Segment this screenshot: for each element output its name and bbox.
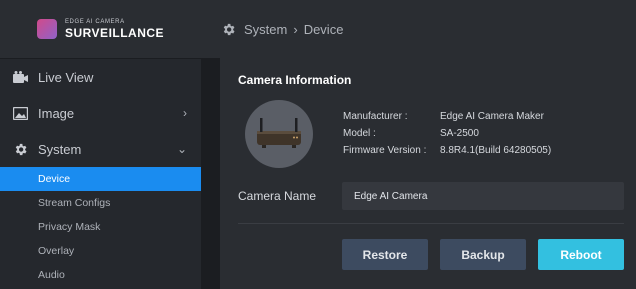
brand-logo: EDGE AI CAMERA SURVEILLANCE [0, 0, 201, 59]
camera-device-image [245, 100, 313, 168]
gear-icon [221, 22, 236, 37]
sidebar-item-system[interactable]: System ⌄ [0, 131, 201, 167]
video-icon [12, 69, 28, 85]
logo-icon [36, 19, 57, 39]
sidebar-subitem-device[interactable]: Device [0, 167, 201, 191]
info-row-firmware: Firmware Version : 8.8R4.1(Build 6428050… [343, 145, 551, 162]
chevron-down-icon: ⌄ [176, 142, 187, 156]
chevron-right-icon: › [183, 106, 187, 120]
gear-icon [12, 141, 28, 157]
brand-text: EDGE AI CAMERA SURVEILLANCE [65, 19, 164, 39]
info-value: Edge AI Camera Maker [440, 111, 544, 122]
image-icon [12, 105, 28, 121]
camera-name-label: Camera Name [238, 189, 317, 203]
breadcrumb-parent[interactable]: System [244, 22, 287, 37]
sidebar: EDGE AI CAMERA SURVEILLANCE Live View Im… [0, 0, 201, 289]
sidebar-item-image[interactable]: Image › [0, 95, 201, 131]
reboot-button[interactable]: Reboot [538, 239, 624, 270]
info-label: Manufacturer : [343, 111, 408, 122]
sidebar-subitem-privacy-mask[interactable]: Privacy Mask [0, 215, 201, 239]
info-row-model: Model : SA-2500 [343, 128, 551, 145]
breadcrumb-current: Device [303, 21, 344, 37]
info-value: SA-2500 [440, 128, 479, 139]
breadcrumb-separator: › [293, 21, 298, 37]
app-window: EDGE AI CAMERA SURVEILLANCE Live View Im… [0, 0, 636, 289]
sidebar-item-live-view[interactable]: Live View [0, 59, 201, 95]
camera-information-panel: Camera Information Manufacturer : Edge A… [220, 58, 636, 289]
info-label: Model : [343, 128, 376, 139]
sidebar-item-label: System [38, 141, 82, 157]
sidebar-subitem-stream-configs[interactable]: Stream Configs [0, 191, 201, 215]
sidebar-item-label: Image [38, 105, 75, 121]
sidebar-subitem-audio[interactable]: Audio [0, 263, 201, 287]
panel-title: Camera Information [238, 73, 352, 87]
camera-name-input[interactable] [342, 182, 624, 210]
breadcrumb: System › Device [201, 0, 636, 58]
info-label: Firmware Version : [343, 145, 427, 156]
sidebar-item-label: Live View [38, 69, 94, 85]
brand-subtitle: EDGE AI CAMERA [64, 19, 125, 25]
sidebar-subitem-overlay[interactable]: Overlay [0, 239, 201, 263]
brand-title: SURVEILLANCE [64, 26, 165, 40]
restore-button[interactable]: Restore [342, 239, 428, 270]
backup-button[interactable]: Backup [440, 239, 526, 270]
divider [238, 223, 624, 224]
info-value: 8.8R4.1(Build 64280505) [440, 145, 552, 156]
info-row-manufacturer: Manufacturer : Edge AI Camera Maker [343, 111, 551, 128]
camera-info-list: Manufacturer : Edge AI Camera Maker Mode… [343, 111, 551, 162]
